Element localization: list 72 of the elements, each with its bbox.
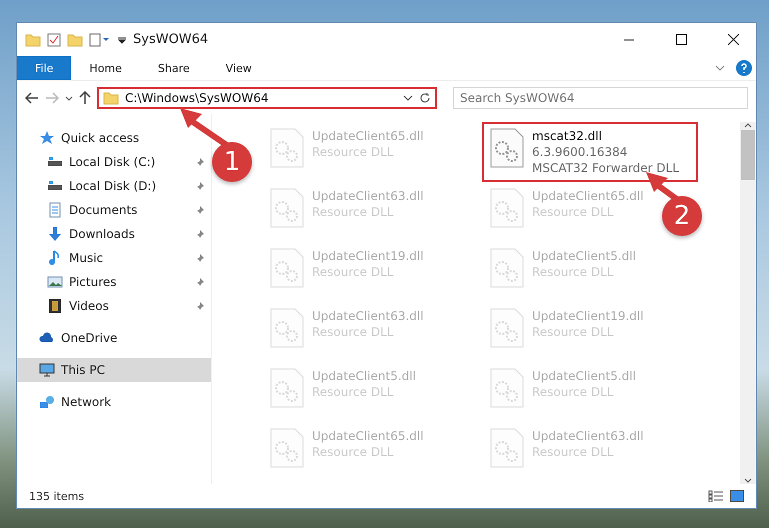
file-name: mscat32.dll [532, 128, 603, 144]
picture-icon [47, 274, 63, 290]
help-icon[interactable] [736, 60, 752, 76]
file-name: UpdateClient65.dll [312, 428, 424, 444]
gear-file-icon [490, 248, 524, 288]
up-arrow-icon[interactable] [79, 90, 91, 104]
ribbon-tab[interactable]: File [17, 56, 72, 80]
gear-file-icon [490, 308, 524, 348]
sidebar-item[interactable]: Documents [17, 198, 211, 222]
film-icon [47, 298, 63, 314]
file-name: UpdateClient19.dll [532, 308, 644, 324]
download-arrow-icon [47, 226, 63, 242]
file-name: UpdateClient65.dll [312, 128, 424, 144]
network-icon [39, 394, 55, 410]
folder-icon [103, 90, 119, 104]
gear-file-icon [490, 368, 524, 408]
folder-icon [67, 32, 83, 46]
maximize-icon [676, 34, 686, 45]
refresh-icon[interactable] [419, 92, 431, 104]
close-icon [728, 34, 738, 45]
properties-icon[interactable] [89, 32, 111, 46]
monitor-icon [39, 362, 55, 378]
sidebar-item[interactable]: Downloads [17, 222, 211, 246]
sidebar-item[interactable]: Quick access [17, 126, 211, 150]
chevron-down-icon[interactable] [403, 92, 413, 102]
details-view-icon[interactable] [708, 490, 724, 502]
file-name: UpdateClient5.dll [532, 248, 636, 264]
document-icon [47, 202, 63, 218]
sidebar-item[interactable]: Music [17, 246, 211, 270]
gear-file-icon [490, 428, 524, 468]
scroll-down-icon[interactable] [744, 476, 752, 484]
gear-file-icon [270, 308, 304, 348]
ribbon-tab[interactable]: View [208, 56, 270, 80]
gear-file-icon [490, 188, 524, 228]
sidebar-item[interactable]: Pictures [17, 270, 211, 294]
folder-icon [25, 32, 41, 46]
sidebar-item[interactable]: Local Disk (C:) [17, 150, 211, 174]
search-field[interactable]: Search SysWOW64 [453, 86, 748, 108]
file-name: UpdateClient63.dll [312, 308, 424, 324]
sidebar-item[interactable]: OneDrive [17, 326, 211, 350]
star-icon [39, 130, 55, 146]
file-name: UpdateClient63.dll [532, 428, 644, 444]
gear-file-icon [270, 188, 304, 228]
gear-file-icon [270, 128, 304, 168]
customize-caret-icon[interactable] [117, 34, 127, 44]
file-name: UpdateClient63.dll [312, 188, 424, 204]
ribbon-tab[interactable]: Share [140, 56, 208, 80]
checklist-icon[interactable] [47, 32, 61, 46]
file-name: UpdateClient5.dll [312, 368, 416, 384]
sidebar-item[interactable]: Videos [17, 294, 211, 318]
window-title: SysWOW64 [133, 32, 210, 47]
scrollbar[interactable] [740, 122, 756, 484]
sidebar-item[interactable]: Local Disk (D:) [17, 174, 211, 198]
item-count: 135 items [29, 490, 86, 502]
file-item[interactable]: mscat32.dll 6.3.9600.16384 MSCAT32 Forwarder DLL [482, 122, 698, 182]
file-name: UpdateClient19.dll [312, 248, 424, 264]
scroll-up-icon[interactable] [744, 122, 752, 130]
sidebar-item[interactable]: Network [17, 390, 211, 414]
address-bar[interactable]: C:\Windows\SysWOW64 [97, 86, 437, 108]
file-type: MSCAT32 Forwarder DLL [532, 160, 680, 176]
gear-file-icon [270, 368, 304, 408]
back-arrow-icon[interactable] [25, 92, 39, 104]
file-name: UpdateClient65.dll [532, 188, 644, 204]
chevron-down-icon[interactable] [65, 94, 73, 102]
scrollbar-thumb[interactable] [741, 130, 755, 180]
ribbon-tab[interactable]: Home [71, 56, 140, 80]
gear-file-icon [270, 248, 304, 288]
file-version: 6.3.9600.16384 [532, 144, 628, 160]
gear-file-icon [490, 128, 524, 168]
gear-file-icon [270, 428, 304, 468]
file-name: UpdateClient5.dll [532, 368, 636, 384]
sidebar-item[interactable]: This PC [17, 358, 211, 382]
